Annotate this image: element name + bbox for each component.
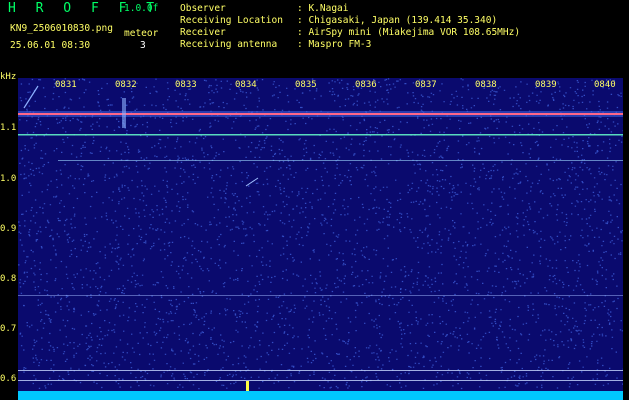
y-tick-label: 1.1 [0, 123, 17, 133]
info-value-receiver: : AirSpy mini (Miakejima VOR 108.65MHz) [297, 27, 521, 38]
carrier-line [18, 113, 623, 115]
x-tick-label: 0837 [415, 80, 437, 90]
y-tick-label: 0.7 [0, 324, 17, 334]
meteor-label: meteor [124, 28, 159, 39]
x-tick-label: 0835 [295, 80, 317, 90]
spectrogram [18, 78, 623, 400]
trace-line [18, 295, 623, 296]
y-tick-label: 0.6 [0, 374, 17, 384]
y-tick-label: 1.0 [0, 174, 17, 184]
y-tick-label: 0.9 [0, 224, 17, 234]
info-value-antenna: : Maspro FM-3 [297, 39, 372, 50]
x-tick-label: 0836 [355, 80, 377, 90]
version-label: 1.0.0f [124, 3, 159, 14]
info-label-location: Receiving Location [180, 15, 283, 26]
trace-line [18, 380, 623, 381]
trace-line [18, 134, 623, 136]
datetime-label: 25.06.01 08:30 [10, 40, 91, 51]
x-tick-label: 0838 [475, 80, 497, 90]
info-label-observer: Observer [180, 3, 226, 14]
info-label-antenna: Receiving antenna [180, 39, 278, 50]
y-axis-unit: kHz [0, 72, 17, 82]
info-label-receiver: Receiver [180, 27, 226, 38]
x-tick-label: 0840 [594, 80, 616, 90]
x-tick-label: 0833 [175, 80, 197, 90]
meteor-echo [122, 98, 126, 128]
trace-line [58, 160, 623, 161]
x-tick-label: 0834 [235, 80, 257, 90]
x-tick-label: 0832 [115, 80, 137, 90]
bottom-band [18, 391, 623, 400]
filename-label: KN9_2506010830.png [10, 23, 113, 34]
meteor-count: 3 [140, 40, 146, 51]
info-value-location: : Chigasaki, Japan (139.414 35.340) [297, 15, 498, 26]
y-tick-label: 0.8 [0, 274, 17, 284]
x-tick-label: 0831 [55, 80, 77, 90]
info-value-observer: : K.Nagai [297, 3, 349, 14]
spectrogram-background [18, 78, 623, 400]
x-tick-label: 0839 [535, 80, 557, 90]
trace-line [18, 370, 623, 371]
